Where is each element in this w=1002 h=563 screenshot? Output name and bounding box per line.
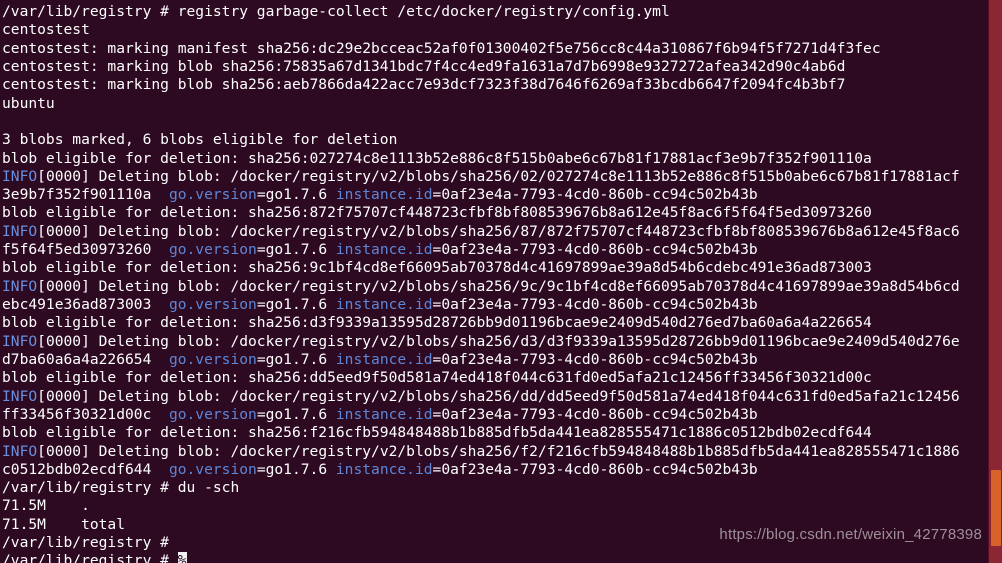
log-value-instance-id: =0af23e4a-7793-4cd0-860b-cc94c502b43b	[432, 186, 758, 204]
terminal-line: centostest: marking manifest sha256:dc29…	[2, 40, 988, 58]
terminal-line: /var/lib/registry # %	[2, 552, 988, 563]
log-field-go-version: go.version	[168, 405, 257, 423]
output-line: centostest	[2, 21, 90, 39]
log-field-go-version: go.version	[168, 296, 257, 313]
terminal-line: blob eligible for deletion: sha256:872f7…	[2, 204, 988, 222]
output-line: 3 blobs marked, 6 blobs eligible for del…	[2, 131, 398, 149]
log-field-go-version: go.version	[168, 241, 257, 259]
terminal-line: blob eligible for deletion: sha256:d3f93…	[2, 314, 988, 332]
log-field-instance-id: instance.id	[335, 296, 433, 313]
hash-continuation: ff33456f30321d00c	[2, 405, 169, 423]
terminal-line: 71.5M .	[2, 497, 988, 515]
shell-prompt-line: /var/lib/registry #	[2, 534, 178, 552]
log-field-instance-id: instance.id	[335, 460, 433, 478]
log-message: [0000] Deleting blob: /docker/registry/v…	[37, 442, 960, 460]
log-field-instance-id: instance.id	[335, 241, 433, 259]
terminal-line: INFO[0000] Deleting blob: /docker/regist…	[2, 168, 988, 186]
log-field-go-version: go.version	[168, 350, 257, 368]
log-message: [0000] Deleting blob: /docker/registry/v…	[37, 277, 960, 295]
terminal-scrollbar[interactable]	[988, 0, 1002, 563]
terminal-line: 3e9b7f352f901110a go.version=go1.7.6 ins…	[2, 186, 988, 204]
log-message: [0000] Deleting blob: /docker/registry/v…	[37, 167, 960, 185]
log-value-go-version: =go1.7.6	[256, 460, 336, 478]
terminal-line: centostest: marking blob sha256:75835a67…	[2, 58, 988, 76]
terminal-line: ff33456f30321d00c go.version=go1.7.6 ins…	[2, 406, 988, 424]
terminal-line: ubuntu	[2, 95, 988, 113]
log-value-go-version: =go1.7.6	[256, 405, 336, 423]
output-line: centostest: marking manifest sha256:dc29…	[2, 39, 881, 57]
output-line: centostest: marking blob sha256:aeb7866d…	[2, 76, 846, 94]
shell-prompt-line: /var/lib/registry # registry garbage-col…	[2, 3, 670, 20]
terminal-output[interactable]: /var/lib/registry # registry garbage-col…	[0, 0, 988, 563]
log-value-instance-id: =0af23e4a-7793-4cd0-860b-cc94c502b43b	[432, 460, 758, 478]
log-level-info: INFO	[2, 387, 38, 405]
terminal-line: INFO[0000] Deleting blob: /docker/regist…	[2, 443, 988, 461]
log-level-info: INFO	[2, 277, 38, 295]
terminal-line: /var/lib/registry # du -sch	[2, 479, 988, 497]
hash-continuation: ebc491e36ad873003	[2, 296, 169, 313]
log-value-go-version: =go1.7.6	[256, 241, 336, 259]
log-field-instance-id: instance.id	[335, 186, 433, 204]
terminal-line: INFO[0000] Deleting blob: /docker/regist…	[2, 333, 988, 351]
log-value-instance-id: =0af23e4a-7793-4cd0-860b-cc94c502b43b	[432, 241, 758, 259]
hash-continuation: d7ba60a6a4a226654	[2, 350, 169, 368]
terminal-line: blob eligible for deletion: sha256:dd5ee…	[2, 369, 988, 387]
terminal-line: centostest: marking blob sha256:aeb7866d…	[2, 76, 988, 94]
terminal-line: INFO[0000] Deleting blob: /docker/regist…	[2, 223, 988, 241]
output-line: blob eligible for deletion: sha256:02727…	[2, 149, 872, 167]
log-field-go-version: go.version	[168, 460, 257, 478]
terminal-line: 71.5M total	[2, 516, 988, 534]
terminal-line: /var/lib/registry # registry garbage-col…	[2, 3, 988, 21]
log-value-go-version: =go1.7.6	[256, 350, 336, 368]
output-line: blob eligible for deletion: sha256:9c1bf…	[2, 259, 872, 277]
log-message: [0000] Deleting blob: /docker/registry/v…	[37, 332, 960, 350]
terminal-line: d7ba60a6a4a226654 go.version=go1.7.6 ins…	[2, 351, 988, 369]
shell-prompt: /var/lib/registry #	[2, 552, 178, 563]
log-value-instance-id: =0af23e4a-7793-4cd0-860b-cc94c502b43b	[432, 350, 758, 368]
output-line: blob eligible for deletion: sha256:872f7…	[2, 204, 872, 222]
terminal-line: INFO[0000] Deleting blob: /docker/regist…	[2, 278, 988, 296]
terminal-line: ebc491e36ad873003 go.version=go1.7.6 ins…	[2, 296, 988, 314]
hash-continuation: f5f64f5ed30973260	[2, 241, 169, 259]
terminal-window[interactable]: /var/lib/registry # registry garbage-col…	[0, 0, 1002, 563]
terminal-line: centostest	[2, 21, 988, 39]
log-message: [0000] Deleting blob: /docker/registry/v…	[37, 222, 960, 240]
log-message: [0000] Deleting blob: /docker/registry/v…	[37, 387, 960, 405]
terminal-line: blob eligible for deletion: sha256:9c1bf…	[2, 259, 988, 277]
terminal-line: f5f64f5ed30973260 go.version=go1.7.6 ins…	[2, 241, 988, 259]
output-line: 71.5M total	[2, 515, 126, 533]
log-value-instance-id: =0af23e4a-7793-4cd0-860b-cc94c502b43b	[432, 296, 758, 313]
log-value-instance-id: =0af23e4a-7793-4cd0-860b-cc94c502b43b	[432, 405, 758, 423]
terminal-line: /var/lib/registry #	[2, 534, 988, 552]
log-level-info: INFO	[2, 332, 38, 350]
output-line: centostest: marking blob sha256:75835a67…	[2, 57, 846, 75]
hash-continuation: c0512bdb02ecdf644	[2, 460, 169, 478]
terminal-line: blob eligible for deletion: sha256:f216c…	[2, 424, 988, 442]
scrollbar-thumb[interactable]	[991, 470, 1001, 546]
terminal-line: INFO[0000] Deleting blob: /docker/regist…	[2, 388, 988, 406]
log-value-go-version: =go1.7.6	[256, 296, 336, 313]
output-line: blob eligible for deletion: sha256:d3f93…	[2, 314, 872, 332]
shell-prompt-line: /var/lib/registry # du -sch	[2, 479, 240, 497]
output-line: blob eligible for deletion: sha256:dd5ee…	[2, 369, 872, 387]
output-line: ubuntu	[2, 94, 55, 112]
log-field-instance-id: instance.id	[335, 405, 433, 423]
log-level-info: INFO	[2, 442, 38, 460]
terminal-line: blob eligible for deletion: sha256:02727…	[2, 150, 988, 168]
text-cursor[interactable]: %	[177, 552, 187, 563]
output-line: 71.5M .	[2, 497, 90, 515]
log-level-info: INFO	[2, 222, 38, 240]
log-level-info: INFO	[2, 167, 38, 185]
log-field-instance-id: instance.id	[335, 350, 433, 368]
terminal-line: c0512bdb02ecdf644 go.version=go1.7.6 ins…	[2, 461, 988, 479]
hash-continuation: 3e9b7f352f901110a	[2, 186, 169, 204]
log-value-go-version: =go1.7.6	[256, 186, 336, 204]
terminal-line: 3 blobs marked, 6 blobs eligible for del…	[2, 131, 988, 149]
log-field-go-version: go.version	[168, 186, 257, 204]
output-line: blob eligible for deletion: sha256:f216c…	[2, 424, 872, 442]
